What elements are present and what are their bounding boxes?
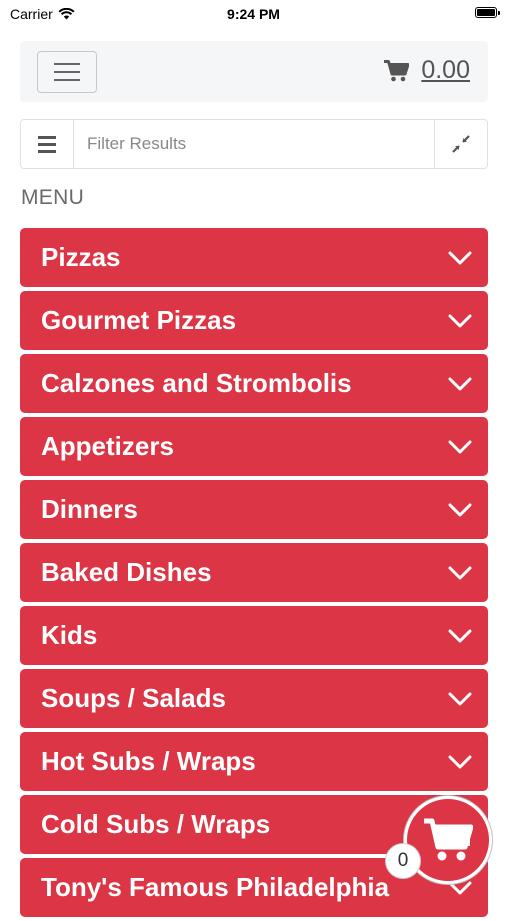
- cart-icon: [384, 59, 410, 81]
- category-label: Cold Subs / Wraps: [41, 809, 271, 839]
- category-label: Baked Dishes: [41, 557, 212, 587]
- compress-arrows-icon: [452, 135, 470, 153]
- collapse-all-button[interactable]: [434, 120, 487, 168]
- category-gourmet-pizzas[interactable]: Gourmet Pizzas: [20, 291, 488, 350]
- category-hot-subs-wraps[interactable]: Hot Subs / Wraps: [20, 732, 488, 791]
- category-pizzas[interactable]: Pizzas: [20, 228, 488, 287]
- category-kids[interactable]: Kids: [20, 606, 488, 665]
- category-appetizers[interactable]: Appetizers: [20, 417, 488, 476]
- category-label: Dinners: [41, 494, 138, 524]
- hamburger-icon-bar: [54, 71, 80, 73]
- chevron-down-icon: [448, 440, 472, 454]
- chevron-down-icon: [448, 629, 472, 643]
- status-bar: Carrier 9:24 PM: [0, 0, 507, 28]
- hamburger-icon-bar: [54, 79, 80, 81]
- menu-toggle-button[interactable]: [37, 51, 97, 93]
- list-icon-bar: [38, 142, 56, 146]
- list-icon: [38, 135, 56, 139]
- filter-bar: [20, 119, 488, 169]
- cart-total-amount[interactable]: 0.00: [421, 56, 470, 85]
- chevron-down-icon: [448, 503, 472, 517]
- category-label: Hot Subs / Wraps: [41, 746, 256, 776]
- category-label: Appetizers: [41, 431, 174, 461]
- category-soups-salads[interactable]: Soups / Salads: [20, 669, 488, 728]
- chevron-down-icon: [448, 377, 472, 391]
- filter-input[interactable]: [74, 120, 434, 168]
- chevron-down-icon: [448, 566, 472, 580]
- list-view-button[interactable]: [21, 120, 74, 168]
- list-icon-bar: [38, 149, 56, 153]
- chevron-down-icon: [448, 314, 472, 328]
- category-label: Calzones and Strombolis: [41, 368, 352, 398]
- chevron-down-icon: [448, 755, 472, 769]
- battery-level: [477, 9, 495, 16]
- top-navbar: 0.00: [20, 41, 488, 102]
- category-label: Pizzas: [41, 242, 121, 272]
- cart-icon: [424, 818, 473, 861]
- category-calzones-and-strombolis[interactable]: Calzones and Strombolis: [20, 354, 488, 413]
- status-time: 9:24 PM: [227, 6, 280, 22]
- cart-count-badge: 0: [385, 843, 421, 879]
- hamburger-icon: [54, 63, 80, 65]
- category-label: Gourmet Pizzas: [41, 305, 237, 335]
- category-dinners[interactable]: Dinners: [20, 480, 488, 539]
- cart-total-link[interactable]: 0.00: [384, 56, 470, 85]
- battery-icon: [475, 7, 500, 18]
- chevron-down-icon: [448, 251, 472, 265]
- chevron-down-icon: [448, 692, 472, 706]
- category-label: Kids: [41, 620, 98, 650]
- category-label: Tony's Famous Philadelphia: [41, 872, 390, 902]
- category-baked-dishes[interactable]: Baked Dishes: [20, 543, 488, 602]
- category-label: Soups / Salads: [41, 683, 226, 713]
- menu-heading: MENU: [21, 186, 85, 209]
